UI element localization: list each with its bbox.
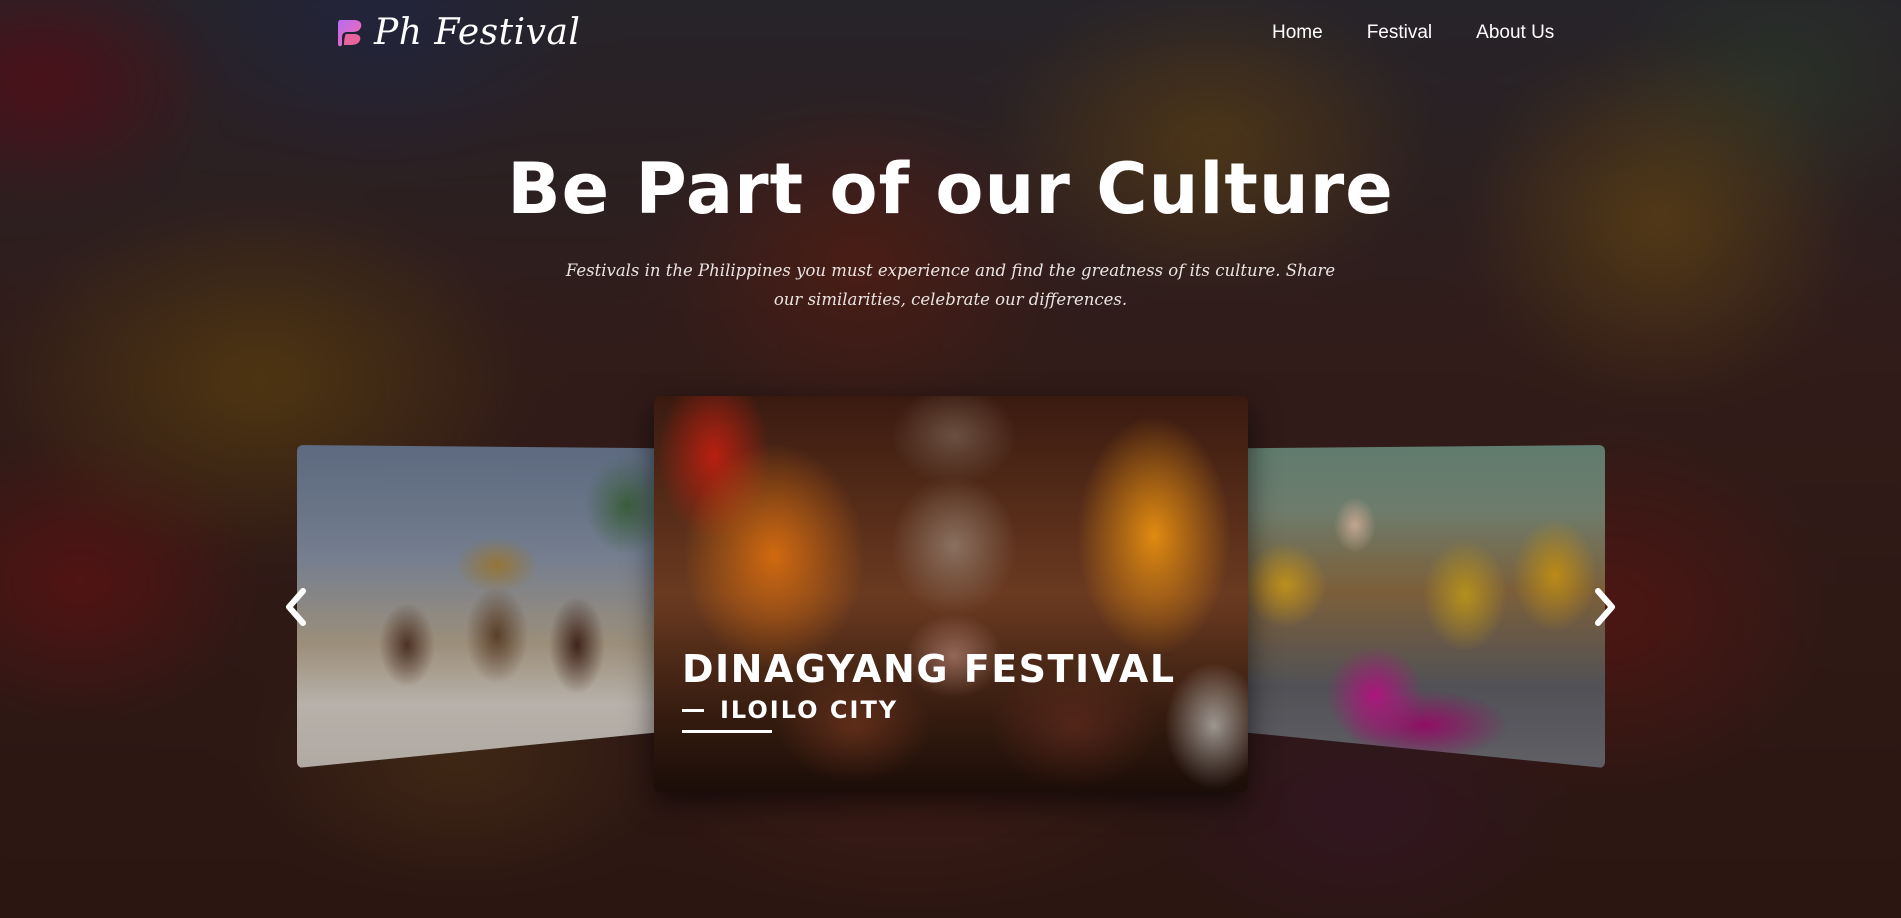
slide-underline bbox=[682, 730, 772, 733]
page: Ph Festival Home Festival About Us Be Pa… bbox=[0, 0, 1901, 918]
slide-location: ILOILO CITY bbox=[720, 696, 899, 724]
chevron-right-icon bbox=[1595, 588, 1615, 626]
slide-caption: DINAGYANG FESTIVAL ILOILO CITY bbox=[682, 646, 1176, 733]
festival-carousel: DINAGYANG FESTIVAL ILOILO CITY bbox=[0, 0, 1901, 918]
carousel-prev-button[interactable] bbox=[276, 582, 316, 632]
carousel-next-button[interactable] bbox=[1585, 582, 1625, 632]
carousel-slide-previous[interactable] bbox=[297, 445, 657, 768]
slide-location-row: ILOILO CITY bbox=[682, 696, 1176, 724]
slide-title: DINAGYANG FESTIVAL bbox=[682, 647, 1176, 691]
slide-dash bbox=[682, 708, 704, 712]
carousel-slide-next[interactable] bbox=[1245, 445, 1605, 768]
carousel-slide-active[interactable]: DINAGYANG FESTIVAL ILOILO CITY bbox=[654, 396, 1248, 792]
chevron-left-icon bbox=[286, 588, 306, 626]
